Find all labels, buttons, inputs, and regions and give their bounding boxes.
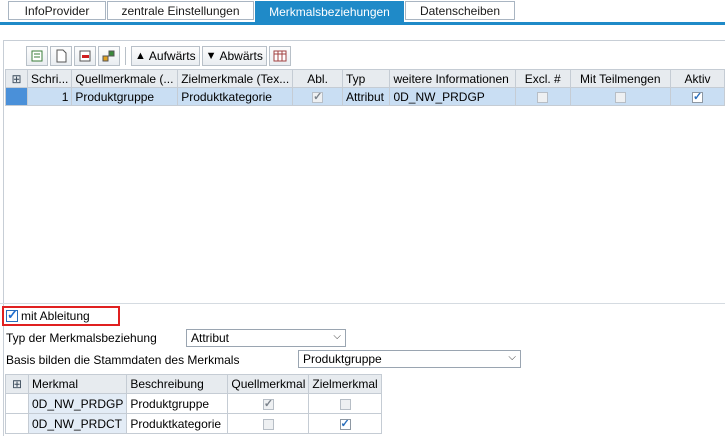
active-checkbox[interactable] bbox=[692, 90, 704, 103]
cell-merkmal: 0D_NW_PRDGP bbox=[27, 393, 128, 414]
new-document-icon bbox=[56, 49, 67, 63]
row-selector[interactable] bbox=[5, 393, 29, 414]
source-char-checkbox bbox=[262, 397, 274, 410]
relation-type-label: Typ der Merkmalsbeziehung bbox=[6, 331, 157, 345]
relations-table: ⊞ Schri... Quellmerkmale (... Zielmerkma… bbox=[4, 69, 725, 106]
chevron-down-icon: ⌵ bbox=[333, 331, 341, 342]
triangle-up-icon: ▲ bbox=[135, 50, 146, 62]
basis-select[interactable]: Produktgruppe ⌵ bbox=[298, 350, 521, 368]
cell-active bbox=[670, 87, 725, 106]
toolbar: ▲ Aufwärts ▼ Abwärts bbox=[26, 45, 291, 67]
cell-info: 0D_NW_PRDGP bbox=[389, 87, 516, 106]
col-header-excl[interactable]: Excl. # bbox=[514, 69, 571, 88]
tab-strip: InfoProvider zentrale Einstellungen Merk… bbox=[0, 0, 725, 26]
table-settings-button[interactable] bbox=[268, 46, 291, 66]
cell-subsets bbox=[569, 87, 672, 106]
cell-merkmal: 0D_NW_PRDCT bbox=[27, 413, 128, 434]
cell-step: 1 bbox=[27, 87, 73, 106]
derivation-label: mit Ableitung bbox=[21, 309, 90, 323]
target-char-checkbox bbox=[339, 398, 351, 410]
move-up-label: Aufwärts bbox=[148, 49, 196, 63]
section-divider bbox=[0, 303, 725, 304]
derivation-checkbox-field[interactable]: mit Ableitung bbox=[2, 306, 120, 326]
col-header-source[interactable]: Quellmerkmale (... bbox=[71, 69, 179, 88]
table-row[interactable]: 0D_NW_PRDGP Produktgruppe bbox=[5, 393, 382, 414]
delete-row-icon bbox=[79, 50, 91, 62]
col-header-step[interactable]: Schri... bbox=[27, 69, 73, 88]
source-char-checkbox bbox=[262, 418, 274, 430]
cell-description: Produktkategorie bbox=[126, 413, 229, 434]
cell-description: Produktgruppe bbox=[126, 393, 229, 414]
subsets-checkbox bbox=[614, 91, 626, 103]
derivation-checkbox[interactable] bbox=[6, 307, 18, 323]
col-header-source-char[interactable]: Quellmerkmal bbox=[227, 374, 310, 394]
col-header-type[interactable]: Typ bbox=[341, 69, 391, 88]
tab-merkmalsbeziehungen[interactable]: Merkmalsbeziehungen bbox=[255, 1, 404, 23]
tab-underline bbox=[0, 22, 725, 25]
tab-datenscheiben[interactable]: Datenscheiben bbox=[405, 1, 515, 20]
chevron-down-icon: ⌵ bbox=[508, 352, 516, 363]
row-selector[interactable] bbox=[5, 413, 29, 434]
move-down-label: Abwärts bbox=[219, 49, 263, 63]
excl-checkbox bbox=[537, 91, 549, 103]
table-row[interactable]: 0D_NW_PRDCT Produktkategorie bbox=[5, 413, 382, 434]
cell-target-char bbox=[308, 393, 382, 414]
tab-zentrale-einstellungen[interactable]: zentrale Einstellungen bbox=[107, 1, 254, 20]
new-row-button[interactable] bbox=[50, 46, 72, 66]
table-header-row: ⊞ Schri... Quellmerkmale (... Zielmerkma… bbox=[4, 69, 725, 88]
col-header-active[interactable]: Aktiv bbox=[670, 69, 725, 88]
basis-value: Produktgruppe bbox=[303, 352, 382, 366]
column-settings-icon[interactable]: ⊞ bbox=[4, 69, 29, 88]
cell-target-char bbox=[308, 413, 382, 434]
toolbar-separator bbox=[125, 47, 126, 65]
relation-type-select[interactable]: Attribut ⌵ bbox=[186, 329, 346, 347]
details-button[interactable] bbox=[26, 46, 48, 66]
table-row[interactable]: 1 Produktgruppe Produktkategorie Attribu… bbox=[4, 87, 725, 106]
cell-target: Produktkategorie bbox=[177, 87, 294, 106]
col-header-target-char[interactable]: Zielmerkmal bbox=[308, 374, 382, 394]
cell-excl bbox=[514, 87, 571, 106]
move-down-button[interactable]: ▼ Abwärts bbox=[201, 46, 267, 66]
col-header-target[interactable]: Zielmerkmale (Tex... bbox=[177, 69, 294, 88]
move-up-button[interactable]: ▲ Aufwärts bbox=[131, 46, 200, 66]
triangle-down-icon: ▼ bbox=[205, 50, 217, 62]
details-icon bbox=[31, 50, 43, 62]
cell-type: Attribut bbox=[341, 87, 391, 106]
col-header-description[interactable]: Beschreibung bbox=[126, 374, 229, 394]
cell-source: Produktgruppe bbox=[71, 87, 179, 106]
col-header-abl[interactable]: Abl. bbox=[292, 69, 343, 88]
row-selector[interactable] bbox=[4, 87, 29, 106]
characteristics-table: ⊞ Merkmal Beschreibung Quellmerkmal Ziel… bbox=[5, 374, 382, 434]
basis-label: Basis bilden die Stammdaten des Merkmals bbox=[6, 353, 240, 367]
column-settings-icon[interactable]: ⊞ bbox=[5, 374, 29, 394]
col-header-merkmal[interactable]: Merkmal bbox=[27, 374, 128, 394]
cell-abl bbox=[292, 87, 343, 106]
relation-type-value: Attribut bbox=[191, 331, 230, 345]
col-header-info[interactable]: weitere Informationen bbox=[389, 69, 516, 88]
delete-row-button[interactable] bbox=[74, 46, 96, 66]
target-char-checkbox[interactable] bbox=[339, 417, 351, 430]
col-header-subsets[interactable]: Mit Teilmengen bbox=[569, 69, 672, 88]
table-header-row: ⊞ Merkmal Beschreibung Quellmerkmal Ziel… bbox=[5, 374, 382, 394]
tab-infoprovider[interactable]: InfoProvider bbox=[8, 1, 106, 20]
cell-source-char bbox=[227, 413, 310, 434]
table-icon bbox=[273, 50, 287, 62]
transfer-icon bbox=[102, 50, 115, 62]
cell-source-char bbox=[227, 393, 310, 414]
transfer-button[interactable] bbox=[98, 46, 120, 66]
abl-checkbox bbox=[312, 90, 324, 103]
